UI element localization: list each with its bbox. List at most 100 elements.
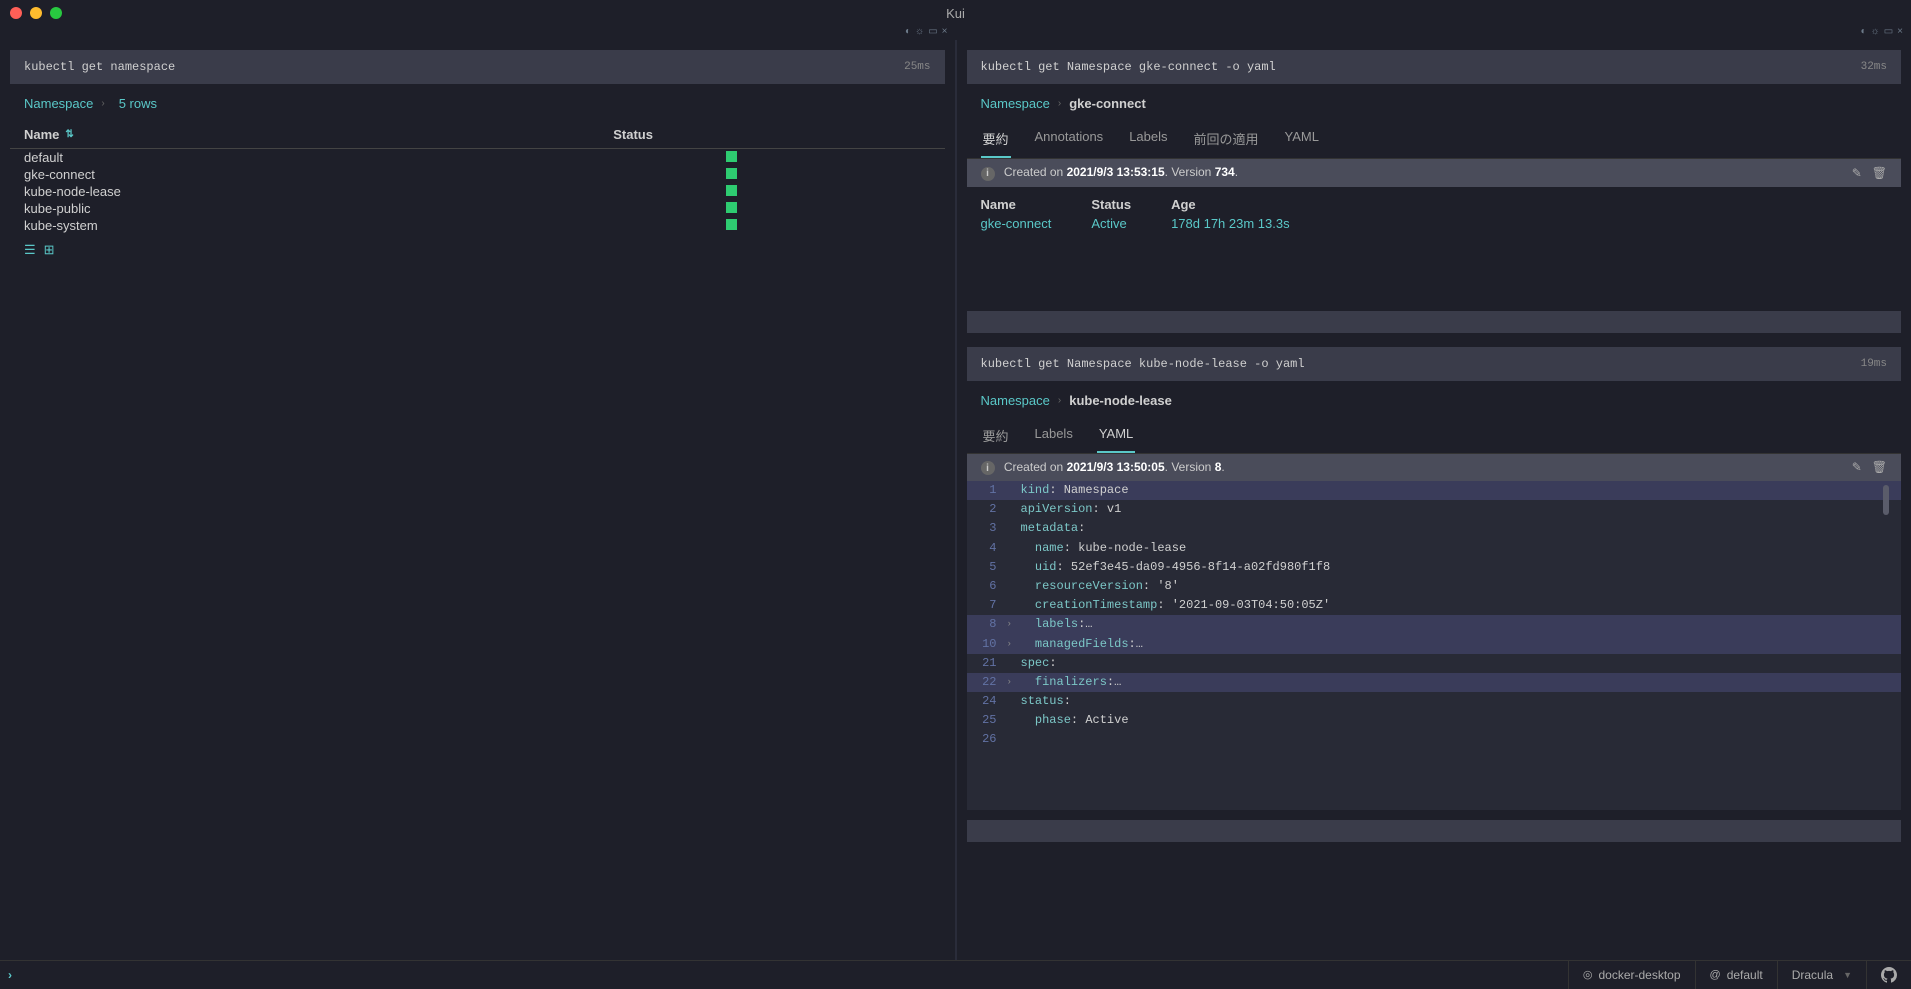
- namespace-selector[interactable]: @ default: [1695, 961, 1777, 989]
- command-timing: 32ms: [1861, 61, 1887, 73]
- close-window-button[interactable]: [10, 7, 22, 19]
- fold-icon: [1007, 519, 1021, 538]
- delete-icon[interactable]: 🗑: [1872, 460, 1887, 474]
- fold-icon[interactable]: ›: [1007, 673, 1021, 692]
- yaml-line: 3metadata:: [967, 519, 1902, 538]
- edit-icon[interactable]: ✎: [1852, 166, 1862, 180]
- yaml-line: 6 resourceVersion: '8': [967, 577, 1902, 596]
- input-strip[interactable]: [967, 311, 1902, 333]
- window-icon[interactable]: ▭: [1884, 26, 1893, 40]
- tab-toolbar: ◐ ☼ ▭ × ◐ ☼ ▭ ×: [0, 26, 1911, 40]
- theme-selector[interactable]: Dracula ▼: [1777, 961, 1866, 989]
- tab-yaml[interactable]: YAML: [1283, 121, 1321, 158]
- status-column-header[interactable]: Status: [613, 127, 930, 142]
- theme-toggle-icon[interactable]: ◐: [1860, 26, 1866, 40]
- tab-labels[interactable]: Labels: [1127, 121, 1169, 158]
- tab-labels[interactable]: Labels: [1033, 418, 1075, 453]
- grid-view-icon[interactable]: ⊞: [44, 242, 55, 258]
- command-timing: 19ms: [1861, 358, 1887, 370]
- fold-icon[interactable]: ›: [1007, 615, 1021, 634]
- table-row[interactable]: default: [10, 149, 945, 166]
- name-value[interactable]: gke-connect: [981, 216, 1052, 231]
- info-bar: i Created on 2021/9/3 13:53:15. Version …: [967, 159, 1902, 187]
- tab-前回の適用[interactable]: 前回の適用: [1192, 121, 1261, 158]
- fold-icon: [1007, 692, 1021, 711]
- kube-node-lease-block: kubectl get Namespace kube-node-lease -o…: [967, 347, 1902, 842]
- tab-yaml[interactable]: YAML: [1097, 418, 1135, 453]
- fold-icon[interactable]: ›: [1007, 635, 1021, 654]
- breadcrumb: Namespace › gke-connect: [967, 84, 1902, 121]
- github-link[interactable]: [1866, 961, 1911, 989]
- row-name: gke-connect: [24, 167, 613, 182]
- row-status: [613, 201, 930, 216]
- chevron-right-icon: ›: [101, 98, 104, 109]
- command-header: kubectl get Namespace gke-connect -o yam…: [967, 50, 1902, 84]
- row-name: kube-public: [24, 201, 613, 216]
- input-strip[interactable]: [967, 820, 1902, 842]
- table-row[interactable]: gke-connect: [10, 166, 945, 183]
- list-view-icon[interactable]: ☰: [24, 242, 36, 258]
- edit-icon[interactable]: ✎: [1852, 460, 1862, 474]
- close-tab-icon[interactable]: ×: [1897, 26, 1903, 40]
- row-status: [613, 218, 930, 233]
- status-value: Active: [1091, 216, 1131, 231]
- breadcrumb: Namespace › 5 rows: [10, 84, 945, 121]
- info-icon: i: [981, 461, 995, 475]
- minimize-window-button[interactable]: [30, 7, 42, 19]
- detail-tabs: 要約 Labels YAML: [967, 418, 1902, 454]
- breadcrumb-root: Namespace: [24, 96, 93, 111]
- context-selector[interactable]: ◎ docker-desktop: [1568, 961, 1695, 989]
- yaml-line: 21spec:: [967, 654, 1902, 673]
- age-label: Age: [1171, 197, 1290, 212]
- age-value: 178d 17h 23m 13.3s: [1171, 216, 1290, 231]
- scrollbar[interactable]: [1883, 485, 1889, 515]
- maximize-window-button[interactable]: [50, 7, 62, 19]
- breadcrumb-current: gke-connect: [1069, 96, 1146, 111]
- fold-icon: [1007, 558, 1021, 577]
- titlebar: Kui: [0, 0, 1911, 26]
- yaml-line: 2apiVersion: v1: [967, 500, 1902, 519]
- fold-icon: [1007, 711, 1021, 730]
- target-icon: ◎: [1583, 968, 1593, 981]
- prompt-caret-icon: ›: [0, 968, 20, 982]
- yaml-line: 25 phase: Active: [967, 711, 1902, 730]
- status-indicator-icon: [726, 151, 737, 162]
- tab-annotations[interactable]: Annotations: [1033, 121, 1106, 158]
- name-column-header[interactable]: Name ⇅: [24, 127, 613, 142]
- window-icon[interactable]: ▭: [928, 26, 937, 40]
- table-row[interactable]: kube-system: [10, 217, 945, 234]
- table-row[interactable]: kube-public: [10, 200, 945, 217]
- breadcrumb-root[interactable]: Namespace: [981, 96, 1050, 111]
- chevron-right-icon: ›: [1058, 395, 1061, 406]
- github-icon: [1881, 967, 1897, 983]
- theme-toggle-icon[interactable]: ◐: [905, 26, 911, 40]
- yaml-line: 10› managedFields:…: [967, 635, 1902, 654]
- chevron-right-icon: ›: [1058, 98, 1061, 109]
- yaml-line: 24status:: [967, 692, 1902, 711]
- status-indicator-icon: [726, 219, 737, 230]
- row-name: kube-node-lease: [24, 184, 613, 199]
- table-row[interactable]: kube-node-lease: [10, 183, 945, 200]
- breadcrumb-root[interactable]: Namespace: [981, 393, 1050, 408]
- yaml-editor[interactable]: 1kind: Namespace2apiVersion: v13metadata…: [967, 481, 1902, 750]
- status-indicator-icon: [726, 202, 737, 213]
- sun-icon[interactable]: ☼: [1871, 26, 1880, 40]
- yaml-line: 7 creationTimestamp: '2021-09-03T04:50:0…: [967, 596, 1902, 615]
- close-tab-icon[interactable]: ×: [942, 26, 948, 40]
- sun-icon[interactable]: ☼: [915, 26, 924, 40]
- status-label: Status: [1091, 197, 1131, 212]
- command-text: kubectl get namespace: [24, 60, 175, 74]
- tab-要約[interactable]: 要約: [981, 418, 1011, 453]
- command-header: kubectl get namespace 25ms: [10, 50, 945, 84]
- fold-icon: [1007, 481, 1021, 500]
- row-name: kube-system: [24, 218, 613, 233]
- main-split: kubectl get namespace 25ms Namespace › 5…: [0, 40, 1911, 960]
- delete-icon[interactable]: 🗑: [1872, 166, 1887, 180]
- row-status: [613, 184, 930, 199]
- command-timing: 25ms: [904, 61, 930, 73]
- info-bar: i Created on 2021/9/3 13:50:05. Version …: [967, 454, 1902, 482]
- breadcrumb-count: 5 rows: [119, 96, 157, 111]
- command-text: kubectl get Namespace gke-connect -o yam…: [981, 60, 1276, 74]
- tab-要約[interactable]: 要約: [981, 121, 1011, 158]
- gke-connect-block: kubectl get Namespace gke-connect -o yam…: [967, 50, 1902, 333]
